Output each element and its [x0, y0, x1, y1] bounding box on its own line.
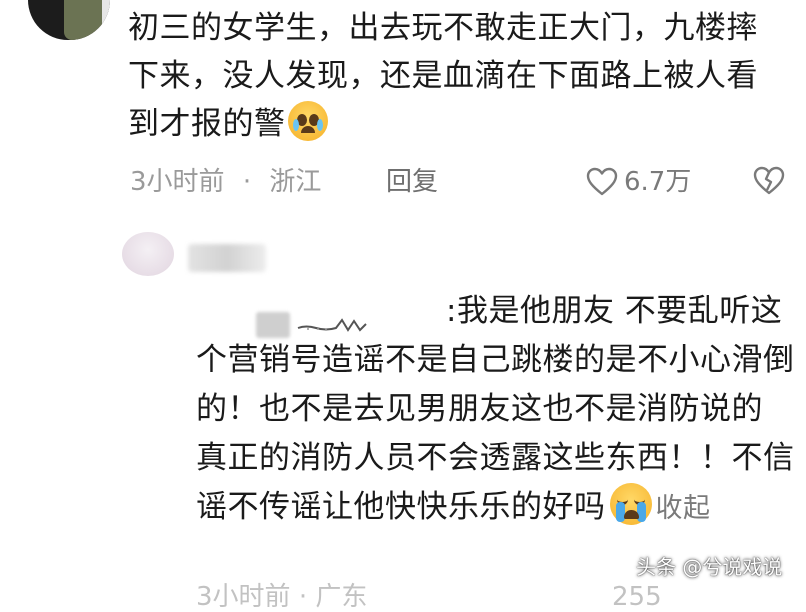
- broken-heart-icon: [753, 166, 785, 195]
- like-button[interactable]: 6.7万: [586, 162, 691, 202]
- avatar[interactable]: [122, 232, 174, 276]
- name-colon: :: [446, 293, 457, 329]
- comment-body: 初三的女学生，出去玩不敢走正大门，九楼摔下来，没人发现，还是血滴在下面路上被人看…: [128, 10, 758, 142]
- heart-icon: [586, 167, 618, 196]
- crying-face-emoji-icon: [609, 483, 652, 525]
- avatar[interactable]: [28, 0, 110, 40]
- like-count: 6.7万: [624, 167, 692, 197]
- comment-body: 我是他朋友 不要乱听这个营销号造谣不是自己跳楼的是不小心滑倒的！也不是去见男朋友…: [196, 293, 795, 525]
- dislike-button[interactable]: [752, 166, 786, 200]
- like-count-partial: 255: [612, 582, 662, 612]
- comment-location: 浙江: [269, 167, 322, 197]
- username-blurred[interactable]: [188, 244, 266, 272]
- meta-separator: ·: [242, 167, 252, 197]
- watermark: 头条 @兮说戏说: [636, 555, 783, 579]
- reply-button[interactable]: 回复: [386, 162, 438, 202]
- comment-location: 广东: [315, 582, 368, 612]
- pleading-face-emoji-icon: [287, 101, 328, 141]
- comment-text: 初三的女学生，出去玩不敢走正大门，九楼摔下来，没人发现，还是血滴在下面路上被人看…: [128, 4, 788, 148]
- reply-comment-text: :我是他朋友 不要乱听这个营销号造谣不是自己跳楼的是不小心滑倒的！也不是去见男朋…: [196, 287, 796, 533]
- comment-meta: 3小时前 · 浙江: [130, 162, 331, 202]
- comment-meta-partial: 3小时前 · 广东: [196, 582, 368, 612]
- comment-time: 3小时前: [130, 167, 225, 197]
- comment-time: 3小时前: [196, 582, 291, 612]
- collapse-button[interactable]: 收起: [656, 493, 711, 524]
